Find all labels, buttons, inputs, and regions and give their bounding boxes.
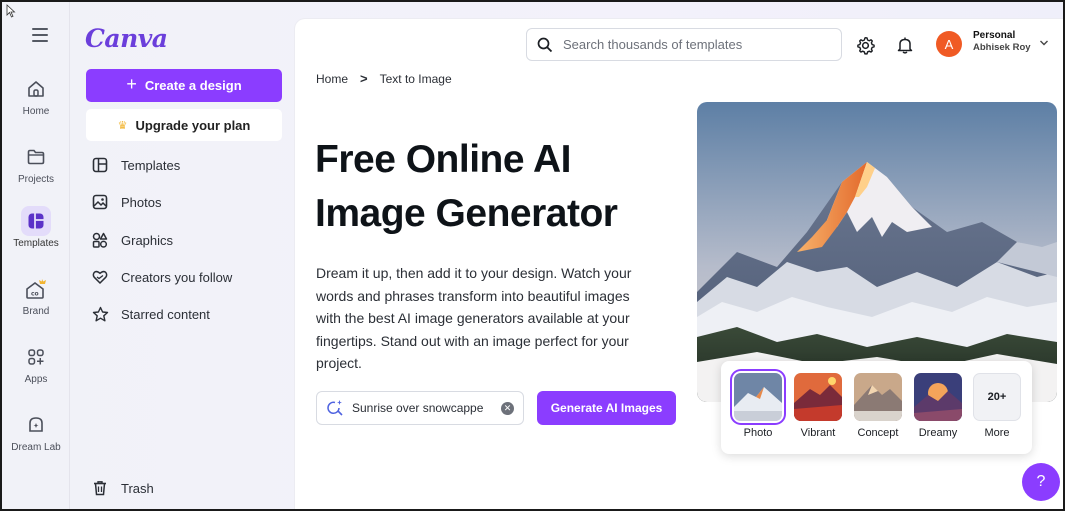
avatar[interactable]: A (936, 31, 962, 57)
ai-sparkle-icon (327, 400, 343, 416)
canva-logo[interactable]: Canva (85, 24, 168, 53)
breadcrumb: Home > Text to Image (316, 71, 452, 86)
star-icon (91, 305, 109, 323)
search-bar[interactable]: Search thousands of templates (526, 28, 842, 61)
brand-icon: co (21, 274, 51, 304)
prompt-value: Sunrise over snowcappe (352, 401, 484, 415)
sidebar-item-starred[interactable]: Starred content (91, 302, 210, 326)
sidebar-item-label: Templates (121, 157, 181, 173)
account-type: Personal (973, 30, 1016, 41)
folder-icon (21, 142, 51, 172)
upgrade-plan-button[interactable]: ♛ Upgrade your plan (86, 109, 282, 141)
icon-rail: Home Projects Templates co Brand Apps Dr… (2, 2, 70, 509)
account-name: Abhisek Roy (973, 42, 1031, 53)
hero-description: Dream it up, then add it to your design.… (316, 265, 632, 371)
main-panel: Search thousands of templates A Personal… (295, 19, 1063, 509)
style-concept[interactable]: Concept (853, 373, 903, 439)
sidebar-item-photos[interactable]: Photos (91, 190, 161, 214)
sidebar: Canva + Create a design ♛ Upgrade your p… (71, 2, 293, 509)
clear-icon[interactable]: ✕ (501, 402, 514, 415)
chevron-down-icon[interactable] (1039, 39, 1049, 47)
sidebar-item-label: Creators you follow (121, 269, 233, 285)
crown-icon: ♛ (117, 119, 128, 132)
rail-label: Dream Lab (11, 442, 61, 453)
home-icon (21, 74, 51, 104)
trash-icon (91, 479, 109, 497)
bell-icon (897, 37, 913, 54)
style-photo[interactable]: Photo (733, 373, 783, 439)
style-thumbnail (914, 373, 962, 421)
page-title-line: Free Online AI (315, 138, 571, 181)
rail-label: Home (22, 106, 50, 117)
style-more[interactable]: 20+ More (972, 373, 1022, 439)
page-title: Free Online AI Image Generator (315, 133, 695, 241)
rail-label: Brand (22, 306, 50, 317)
sidebar-item-label: Photos (121, 194, 162, 210)
style-label: Concept (857, 427, 899, 439)
templates-icon (21, 206, 51, 236)
style-label: Photo (743, 427, 773, 439)
search-icon (537, 37, 553, 52)
style-label: Dreamy (918, 427, 958, 439)
style-label: More (984, 427, 1010, 439)
sidebar-item-graphics[interactable]: Graphics (91, 228, 173, 252)
generate-ai-images-button[interactable]: Generate AI Images (537, 391, 676, 425)
more-styles-count: 20+ (973, 373, 1021, 421)
dream-lab-icon (21, 410, 51, 440)
graphics-icon (91, 231, 109, 249)
page-title-line: Image Generator (315, 192, 618, 235)
hero-image (697, 102, 1057, 402)
gear-icon (856, 36, 875, 55)
rail-item-home[interactable]: Home (2, 74, 70, 117)
sidebar-item-trash[interactable]: Trash (91, 476, 154, 500)
rail-label: Projects (17, 174, 55, 185)
style-vibrant[interactable]: Vibrant (793, 373, 843, 439)
prompt-input[interactable]: Sunrise over snowcappe ✕ (316, 391, 524, 425)
breadcrumb-current: Text to Image (379, 71, 452, 86)
svg-text:co: co (31, 291, 39, 298)
breadcrumb-separator: > (360, 71, 368, 86)
breadcrumb-home[interactable]: Home (316, 72, 348, 86)
rail-item-brand[interactable]: co Brand (2, 274, 70, 317)
account-switcher[interactable]: Personal Abhisek Roy (973, 30, 1031, 54)
style-picker: Photo Vibrant Concept Dreamy 20+ More (721, 361, 1032, 454)
rail-item-templates[interactable]: Templates (2, 206, 70, 249)
heart-icon (91, 268, 109, 286)
sidebar-item-label: Trash (121, 480, 154, 496)
rail-label: Templates (13, 238, 59, 249)
app-window: Home Projects Templates co Brand Apps Dr… (0, 0, 1065, 511)
rail-item-apps[interactable]: Apps (2, 342, 70, 385)
create-design-button[interactable]: + Create a design (86, 69, 282, 102)
rail-label: Apps (24, 374, 48, 385)
search-placeholder: Search thousands of templates (563, 37, 743, 52)
templates-icon (91, 156, 109, 174)
sidebar-item-creators[interactable]: Creators you follow (91, 265, 232, 289)
rail-item-dream-lab[interactable]: Dream Lab (2, 410, 70, 453)
notifications-button[interactable] (895, 35, 915, 55)
settings-button[interactable] (855, 35, 875, 55)
rail-item-projects[interactable]: Projects (2, 142, 70, 185)
sidebar-item-label: Starred content (121, 306, 210, 322)
sidebar-item-label: Graphics (121, 232, 174, 248)
menu-icon[interactable] (32, 28, 48, 46)
apps-icon (21, 342, 51, 372)
style-thumbnail (794, 373, 842, 421)
photos-icon (91, 193, 109, 211)
upgrade-plan-label: Upgrade your plan (135, 117, 251, 133)
style-thumbnail (734, 373, 782, 421)
create-design-label: Create a design (144, 78, 242, 93)
style-label: Vibrant (800, 427, 836, 439)
help-button[interactable]: ? (1022, 463, 1060, 501)
plus-icon: + (126, 74, 137, 94)
sidebar-item-templates[interactable]: Templates (91, 153, 180, 177)
style-dreamy[interactable]: Dreamy (913, 373, 963, 439)
style-thumbnail (854, 373, 902, 421)
